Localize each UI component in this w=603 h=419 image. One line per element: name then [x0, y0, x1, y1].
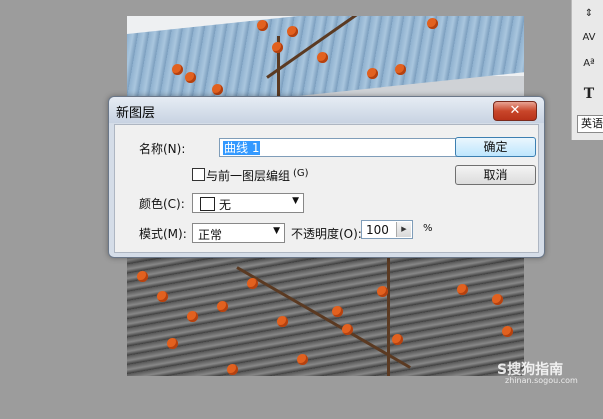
align-icon[interactable]: ⇕: [579, 8, 599, 24]
persimmon: [395, 64, 406, 75]
persimmon: [185, 72, 196, 83]
chevron-down-icon: ▼: [292, 196, 299, 206]
baseline-icon[interactable]: Aª: [579, 58, 599, 74]
persimmon: [272, 42, 283, 53]
chevron-down-icon: ▼: [273, 226, 280, 236]
persimmon: [367, 68, 378, 79]
branch: [387, 256, 390, 376]
ok-label: 确定: [483, 140, 508, 154]
group-shortcut: (G): [293, 168, 309, 179]
persimmon: [392, 334, 403, 345]
persimmon: [157, 291, 168, 302]
opacity-unit: %: [423, 223, 433, 234]
persimmon: [342, 324, 353, 335]
persimmon: [212, 84, 223, 95]
persimmon: [332, 306, 343, 317]
cancel-button[interactable]: 取消: [455, 165, 536, 185]
new-layer-dialog: 新图层 ✕ 名称(N): 曲线 1 与前一图层编组 (G) 颜色(C): 无 ▼…: [108, 96, 545, 258]
persimmon: [492, 294, 503, 305]
opacity-value: 100: [366, 223, 389, 237]
persimmon: [247, 278, 258, 289]
close-button[interactable]: ✕: [493, 101, 537, 121]
persimmon: [172, 64, 183, 75]
close-icon: ✕: [509, 103, 521, 118]
dialog-title: 新图层: [116, 106, 156, 121]
persimmon: [287, 26, 298, 37]
persimmon: [427, 18, 438, 29]
persimmon: [317, 52, 328, 63]
persimmon: [137, 271, 148, 282]
persimmon: [217, 301, 228, 312]
ok-button[interactable]: 确定: [455, 137, 536, 157]
opacity-input[interactable]: 100 ▶: [361, 220, 413, 239]
persimmon: [227, 364, 238, 375]
color-value: 无: [219, 198, 232, 212]
opacity-label: 不透明度(O):: [291, 227, 362, 241]
persimmon: [167, 338, 178, 349]
mode-label: 模式(M):: [139, 227, 187, 241]
group-label: 与前一图层编组: [206, 169, 291, 183]
persimmon: [277, 316, 288, 327]
layer-name-input[interactable]: 曲线 1: [219, 138, 461, 157]
mode-value: 正常: [198, 228, 223, 242]
dialog-titlebar[interactable]: 新图层 ✕: [109, 97, 544, 123]
character-panel: ⇕ AV Aª T 英语: [571, 0, 603, 140]
language-select[interactable]: 英语: [577, 115, 603, 133]
persimmon: [457, 284, 468, 295]
layer-name-value: 曲线 1: [223, 141, 261, 155]
color-select[interactable]: 无 ▼: [192, 193, 304, 213]
persimmon: [377, 286, 388, 297]
color-swatch: [200, 197, 215, 211]
watermark-url: zhinan.sogou.com: [505, 376, 578, 385]
persimmon: [257, 20, 268, 31]
persimmon: [297, 354, 308, 365]
dialog-body: 名称(N): 曲线 1 与前一图层编组 (G) 颜色(C): 无 ▼ 模式(M)…: [114, 124, 539, 253]
name-label: 名称(N):: [139, 142, 186, 156]
text-icon[interactable]: T: [579, 86, 599, 102]
color-label: 颜色(C):: [139, 197, 185, 211]
persimmon: [187, 311, 198, 322]
group-checkbox[interactable]: [192, 168, 205, 181]
persimmon: [502, 326, 513, 337]
grey-tiles: [127, 246, 524, 376]
mode-select[interactable]: 正常 ▼: [192, 223, 285, 243]
cancel-label: 取消: [483, 168, 508, 182]
chevron-right-icon[interactable]: ▶: [396, 222, 411, 237]
tracking-icon[interactable]: AV: [579, 32, 599, 48]
